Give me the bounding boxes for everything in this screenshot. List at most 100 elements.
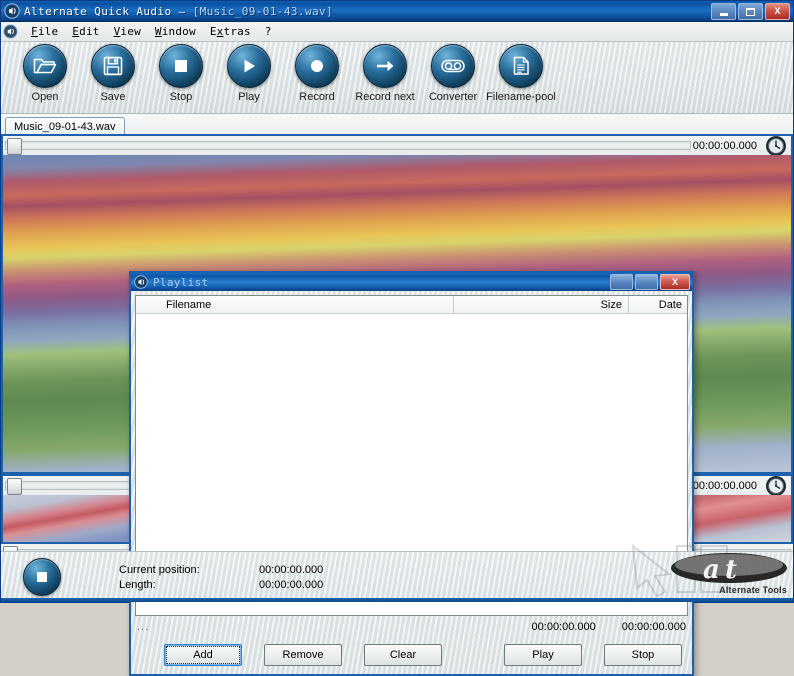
maximize-button[interactable] <box>738 3 763 20</box>
window-title-app: Alternate Quick Audio <box>24 4 172 18</box>
status-length-value: 00:00:00.000 <box>259 578 324 591</box>
toolbar-label-save: Save <box>100 91 126 103</box>
menu-item-file[interactable]: File <box>24 24 65 39</box>
playlist-remove-button[interactable]: Remove <box>264 644 342 666</box>
channel-top-scroll-row: 00:00:00.000 <box>3 135 791 156</box>
menu-label-view: iew <box>120 25 141 38</box>
close-icon: X <box>671 277 678 287</box>
status-current-position: Current position: 00:00:00.000 <box>119 564 323 576</box>
playlist-info-row: ... 00:00:00.000 00:00:00.000 <box>137 619 686 634</box>
record-orb <box>295 44 339 88</box>
svg-text:t: t <box>725 555 737 585</box>
menu-item-help[interactable]: ? <box>258 24 279 39</box>
playlist-stop-button[interactable]: Stop <box>604 644 682 666</box>
alternate-tools-logo-icon: a t <box>671 553 787 585</box>
playlist-button-row: Add Remove Clear Play Stop <box>131 644 692 666</box>
close-icon: X <box>774 6 781 16</box>
playlist-column-size[interactable]: Size <box>454 296 629 313</box>
speaker-icon <box>3 24 18 39</box>
title-bar: Alternate Quick Audio — [Music_09-01-43.… <box>1 1 793 22</box>
playlist-window-controls: X <box>610 274 690 290</box>
toolbar-button-save[interactable]: Save <box>79 44 147 103</box>
playlist-minimize-button[interactable] <box>610 274 633 290</box>
playlist-add-button[interactable]: Add <box>164 644 242 666</box>
menu-item-view[interactable]: View <box>107 24 148 39</box>
menu-label-file: ile <box>37 25 59 38</box>
close-button[interactable]: X <box>765 3 790 20</box>
play-orb <box>227 44 271 88</box>
channel-top-scrollbar[interactable] <box>5 141 691 150</box>
playlist-time-total: 00:00:00.000 <box>531 620 596 633</box>
toolbar-label-play: Play <box>238 91 260 103</box>
clock-icon <box>766 135 786 156</box>
playlist-clear-button[interactable]: Clear <box>364 644 442 666</box>
playlist-maximize-button[interactable] <box>635 274 658 290</box>
playlist-column-date[interactable]: Date <box>629 296 687 313</box>
playlist-status-dots: ... <box>137 620 150 633</box>
toolbar-button-converter[interactable]: Converter <box>419 44 487 103</box>
playlist-clear-label: Clear <box>389 649 417 661</box>
menu-label-edit: dit <box>79 25 100 38</box>
toolbar-button-play[interactable]: Play <box>215 44 283 103</box>
bottom-accent-bar <box>1 598 793 602</box>
status-stop-button[interactable] <box>23 558 61 596</box>
arrow-right-circle-icon <box>377 60 394 72</box>
status-current-position-label: Current position: <box>119 563 200 576</box>
menu-mnemonic-file: F <box>31 25 38 38</box>
menu-item-window[interactable]: Window <box>148 24 203 39</box>
menu-item-extras[interactable]: Extras <box>203 24 258 39</box>
channel-bottom-time: 00:00:00.000 <box>692 479 757 492</box>
playlist-play-button[interactable]: Play <box>504 644 582 666</box>
playlist-stop-label: Stop <box>631 649 655 661</box>
status-length-label: Length: <box>119 578 156 591</box>
clock-icon <box>766 475 786 496</box>
toolbar: Open Save Stop Play Record Record next C… <box>1 42 793 114</box>
toolbar-button-open[interactable]: Open <box>11 44 79 103</box>
menu-label-window: indow <box>161 25 196 38</box>
playlist-title: Playlist <box>153 275 209 289</box>
channel-bottom-scroll-thumb[interactable] <box>7 478 22 495</box>
open-orb <box>23 44 67 88</box>
menu-prefix-extras: E <box>209 25 217 38</box>
stop-orb <box>159 44 203 88</box>
toolbar-button-record-next[interactable]: Record next <box>351 44 419 103</box>
save-orb <box>91 44 135 88</box>
playlist-time-selected: 00:00:00.000 <box>621 620 686 633</box>
toolbar-button-record[interactable]: Record <box>283 44 351 103</box>
toolbar-label-open: Open <box>31 91 59 103</box>
floppy-disk-icon <box>103 56 123 76</box>
stop-square-icon <box>37 572 47 582</box>
menu-label-help: ? <box>264 25 272 38</box>
speaker-icon <box>134 275 148 289</box>
playlist-close-button[interactable]: X <box>660 274 690 290</box>
window-title-sep: — <box>178 4 186 18</box>
stop-square-icon <box>175 60 187 72</box>
speaker-icon <box>4 3 20 19</box>
window-controls: X <box>711 3 790 20</box>
toolbar-label-stop: Stop <box>169 91 193 103</box>
playlist-column-filename-label: Filename <box>166 298 212 311</box>
menu-label-extras: tras <box>223 25 251 38</box>
mdi-client-area: 00:00:00.000 00:00:00.000 Playlist X Fil… <box>1 134 793 676</box>
playlist-column-size-label: Size <box>600 298 622 311</box>
toolbar-label-converter: Converter <box>428 91 478 103</box>
toolbar-button-stop[interactable]: Stop <box>147 44 215 103</box>
channel-top-scroll-thumb[interactable] <box>7 138 22 155</box>
cassette-icon <box>441 59 465 73</box>
playlist-column-headers: Filename Size Date <box>136 296 687 314</box>
brand-logo-text: Alternate Tools <box>719 585 787 595</box>
minimize-button[interactable] <box>711 3 736 20</box>
menu-item-edit[interactable]: Edit <box>65 24 106 39</box>
brand-logo: a t Alternate Tools <box>669 552 789 596</box>
status-bar: Current position: 00:00:00.000 Length: 0… <box>1 543 793 602</box>
toolbar-button-filename-pool[interactable]: Filename-pool <box>486 44 556 103</box>
svg-text:a: a <box>703 555 720 585</box>
playlist-column-filename[interactable]: Filename <box>136 296 454 313</box>
status-fields: Current position: 00:00:00.000 Length: 0… <box>119 564 323 591</box>
toolbar-label-record-next: Record next <box>355 91 415 103</box>
toolbar-label-filename-pool: Filename-pool <box>486 91 556 103</box>
playlist-dialog: Playlist X Filename Size Date ... 00:00:… <box>129 271 694 676</box>
toolbar-label-record: Record <box>299 91 335 103</box>
playlist-add-label: Add <box>193 649 213 661</box>
window-title-file: [Music_09-01-43.wav] <box>192 4 334 18</box>
